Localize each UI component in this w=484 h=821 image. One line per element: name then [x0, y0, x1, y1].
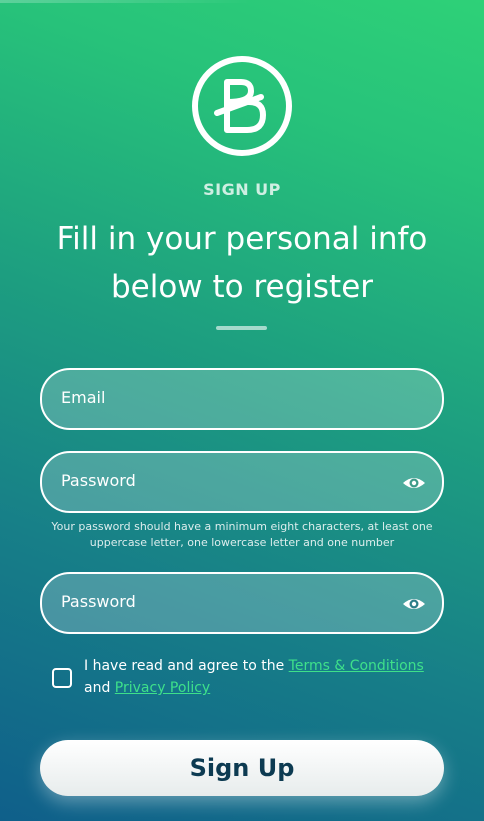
agree-checkbox[interactable]: [52, 668, 72, 688]
agree-text-block: I have read and agree to the Terms & Con…: [84, 655, 444, 699]
page-title: Fill in your personal info below to regi…: [56, 221, 428, 305]
privacy-link[interactable]: Privacy Policy: [115, 680, 210, 696]
sign-up-eyebrow: SIGN UP: [203, 180, 281, 199]
confirm-password-field[interactable]: Password: [40, 572, 444, 634]
eye-icon[interactable]: [402, 592, 426, 616]
top-accent-line: [0, 0, 250, 3]
password-hint: Your password should have a minimum eigh…: [51, 520, 433, 549]
password-field[interactable]: Password: [40, 451, 444, 513]
and-text: and: [84, 680, 111, 696]
email-label: Email: [61, 388, 106, 407]
password-label: Password: [61, 471, 136, 490]
email-field[interactable]: Email: [40, 368, 444, 430]
confirm-password-label: Password: [61, 592, 136, 611]
title-divider: [216, 326, 267, 330]
sign-up-button[interactable]: Sign Up: [40, 740, 444, 796]
eye-icon[interactable]: [402, 471, 426, 495]
agree-text: I have read and agree to the: [84, 658, 285, 674]
brand-logo-icon: [192, 56, 292, 156]
terms-link[interactable]: Terms & Conditions: [289, 658, 424, 674]
